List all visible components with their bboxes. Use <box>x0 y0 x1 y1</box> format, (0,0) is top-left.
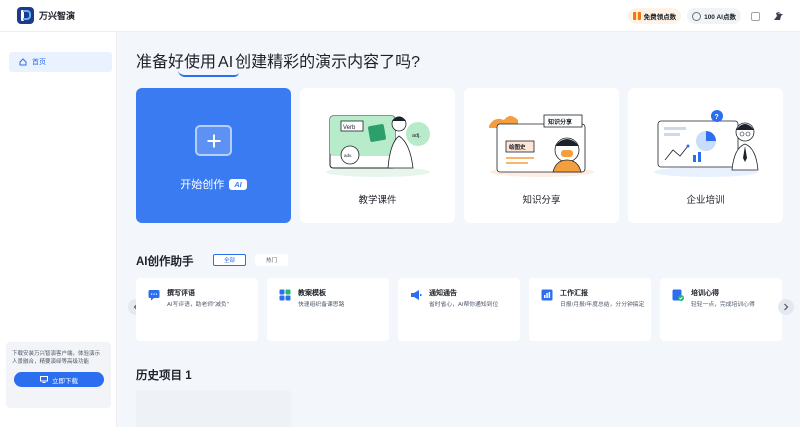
download-button[interactable]: 立即下载 <box>14 372 104 387</box>
app-logo[interactable]: 万兴智演 <box>17 7 75 24</box>
tool-card-comment[interactable]: 撰写评语 AI写评语，助老师"减负" <box>136 278 258 341</box>
tool-desc: AI写评语，助老师"减负" <box>167 302 229 308</box>
sidebar-item-label: 首页 <box>32 59 46 66</box>
download-button-label: 立即下载 <box>52 377 78 385</box>
grid-icon <box>279 289 291 301</box>
ai-badge: AI <box>229 178 247 190</box>
points-label: 100 AI点数 <box>704 14 736 21</box>
training-illustration: ? <box>654 110 759 177</box>
word-history: 绘图史 <box>509 143 526 151</box>
assistant-tools: 撰写评语 AI写评语，助老师"减负" 教案模板 快速组织备课思路 通知通告 省时… <box>136 278 782 341</box>
chevron-right-icon <box>784 303 789 311</box>
template-card-label: 教学课件 <box>358 195 397 206</box>
tool-card-training-notes[interactable]: 培训心得 轻轻一点，完成培训心得 <box>660 278 782 341</box>
top-bar: 万兴智演 免费领点数 100 AI点数 <box>0 0 800 32</box>
create-cards: 开始创作 AI Verb adv. adj. 教学课件 知识分享 绘图史 知识分… <box>136 88 783 223</box>
comment-icon <box>148 290 160 301</box>
tool-title: 通知通告 <box>429 290 457 297</box>
gift-icon <box>632 12 641 20</box>
title-part: 准备好使用 <box>136 54 217 71</box>
tool-desc: 快速组织备课思路 <box>298 302 345 308</box>
avatar-bird-icon[interactable] <box>772 10 784 22</box>
question-mark: ? <box>715 114 719 121</box>
template-card-teaching[interactable]: Verb adv. adj. 教学课件 <box>300 88 455 223</box>
filter-all[interactable]: 全部 <box>213 254 246 266</box>
history-title: 历史项目 1 <box>136 370 192 382</box>
template-card-label: 企业培训 <box>686 195 725 206</box>
teaching-illustration: Verb adv. adj. <box>326 115 430 177</box>
template-card-label: 知识分享 <box>522 195 561 206</box>
word-verb: Verb <box>343 125 356 131</box>
logo-icon <box>17 7 34 24</box>
free-points-label: 免费领点数 <box>643 14 677 21</box>
home-icon <box>19 58 27 66</box>
tool-title: 撰写评语 <box>167 290 195 297</box>
knowledge-illustration: 知识分享 绘图史 <box>489 114 594 177</box>
app-name: 万兴智演 <box>39 11 76 21</box>
word-knowledge: 知识分享 <box>548 118 572 126</box>
report-icon <box>541 289 553 301</box>
download-promo: 下载安装万兴智演客户端，体验演示人景融合，精要演绎等高级功能 立即下载 <box>6 342 111 408</box>
tool-card-lesson-plan[interactable]: 教案模板 快速组织备课思路 <box>267 278 389 341</box>
document-icon[interactable] <box>751 11 760 21</box>
sidebar: 首页 下载安装万兴智演客户端，体验演示人景融合，精要演绎等高级功能 立即下载 <box>0 32 117 427</box>
template-card-knowledge[interactable]: 知识分享 绘图史 知识分享 <box>464 88 619 223</box>
word-adv: adv. <box>344 153 352 158</box>
carousel-next-button[interactable] <box>778 299 794 315</box>
filter-hot[interactable]: 热门 <box>255 254 288 266</box>
tool-desc: 轻轻一点，完成培训心得 <box>691 302 755 308</box>
history-project-card[interactable] <box>136 390 291 427</box>
assistant-title: AI创作助手 <box>136 256 194 268</box>
sidebar-item-home[interactable]: 首页 <box>9 52 112 72</box>
megaphone-icon <box>411 290 422 300</box>
tool-card-work-report[interactable]: 工作汇报 日报/月报/年度总结，分分钟搞定 <box>529 278 651 341</box>
check-doc-icon <box>672 289 684 301</box>
tool-card-notice[interactable]: 通知通告 省时省心，AI帮你通知到位 <box>398 278 520 341</box>
start-create-card[interactable]: 开始创作 AI <box>136 88 291 223</box>
monitor-icon <box>40 376 48 383</box>
free-points-button[interactable]: 免费领点数 <box>627 8 682 24</box>
template-card-training[interactable]: ? 企业培训 <box>628 88 783 223</box>
tool-desc: 省时省心，AI帮你通知到位 <box>429 302 499 308</box>
coin-icon <box>692 11 702 21</box>
tool-title: 培训心得 <box>691 290 719 297</box>
points-balance[interactable]: 100 AI点数 <box>687 8 741 24</box>
tool-title: 工作汇报 <box>560 290 588 297</box>
download-promo-text: 下载安装万兴智演客户端，体验演示人景融合，精要演绎等高级功能 <box>12 351 101 365</box>
plus-icon <box>195 125 232 156</box>
page-title: 准备好使用 AI 创建精彩的演示内容了吗? <box>136 48 421 77</box>
title-part: 创建精彩的演示内容了吗? <box>235 54 421 71</box>
title-ai: AI <box>177 54 240 77</box>
tool-desc: 日报/月报/年度总结，分分钟搞定 <box>560 302 645 308</box>
tool-title: 教案模板 <box>298 290 326 297</box>
start-create-label: 开始创作 <box>180 179 225 191</box>
word-adj: adj. <box>412 133 421 139</box>
